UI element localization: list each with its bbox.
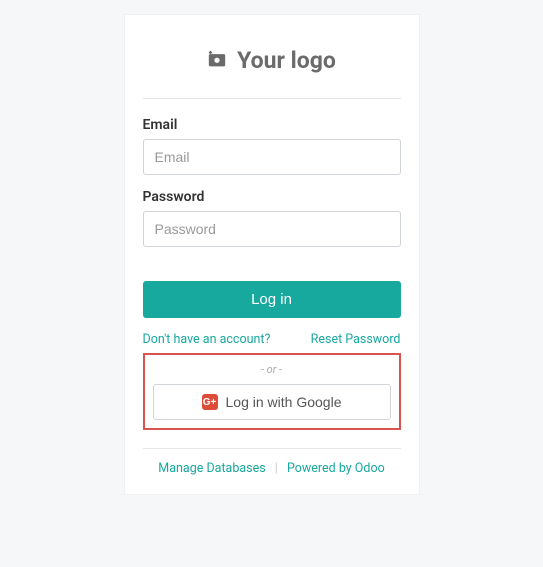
footer-links: Manage Databases | Powered by Odoo: [143, 461, 401, 476]
google-login-button[interactable]: G+ Log in with Google: [153, 384, 391, 420]
google-plus-icon: G+: [202, 394, 218, 410]
login-card: Your logo Email Password Log in Don't ha…: [124, 14, 420, 495]
password-field-group: Password: [143, 189, 401, 247]
password-label: Password: [143, 189, 401, 205]
reset-password-link[interactable]: Reset Password: [311, 332, 401, 347]
footer-divider: [143, 448, 401, 449]
google-login-label: Log in with Google: [226, 394, 342, 410]
divider: [143, 98, 401, 99]
powered-by-link[interactable]: Powered by Odoo: [287, 461, 385, 476]
footer-separator: |: [275, 461, 278, 476]
signup-link[interactable]: Don't have an account?: [143, 332, 271, 347]
email-field-group: Email: [143, 117, 401, 175]
logo-placeholder[interactable]: Your logo: [143, 35, 401, 90]
logo-text: Your logo: [237, 47, 336, 74]
or-separator: - or -: [153, 363, 391, 376]
email-input[interactable]: [143, 139, 401, 175]
oauth-highlight-box: - or - G+ Log in with Google: [143, 353, 401, 430]
email-label: Email: [143, 117, 401, 133]
manage-databases-link[interactable]: Manage Databases: [158, 461, 265, 476]
auth-links-row: Don't have an account? Reset Password: [143, 332, 401, 347]
login-button[interactable]: Log in: [143, 281, 401, 318]
password-input[interactable]: [143, 211, 401, 247]
add-photo-icon: [207, 50, 227, 72]
